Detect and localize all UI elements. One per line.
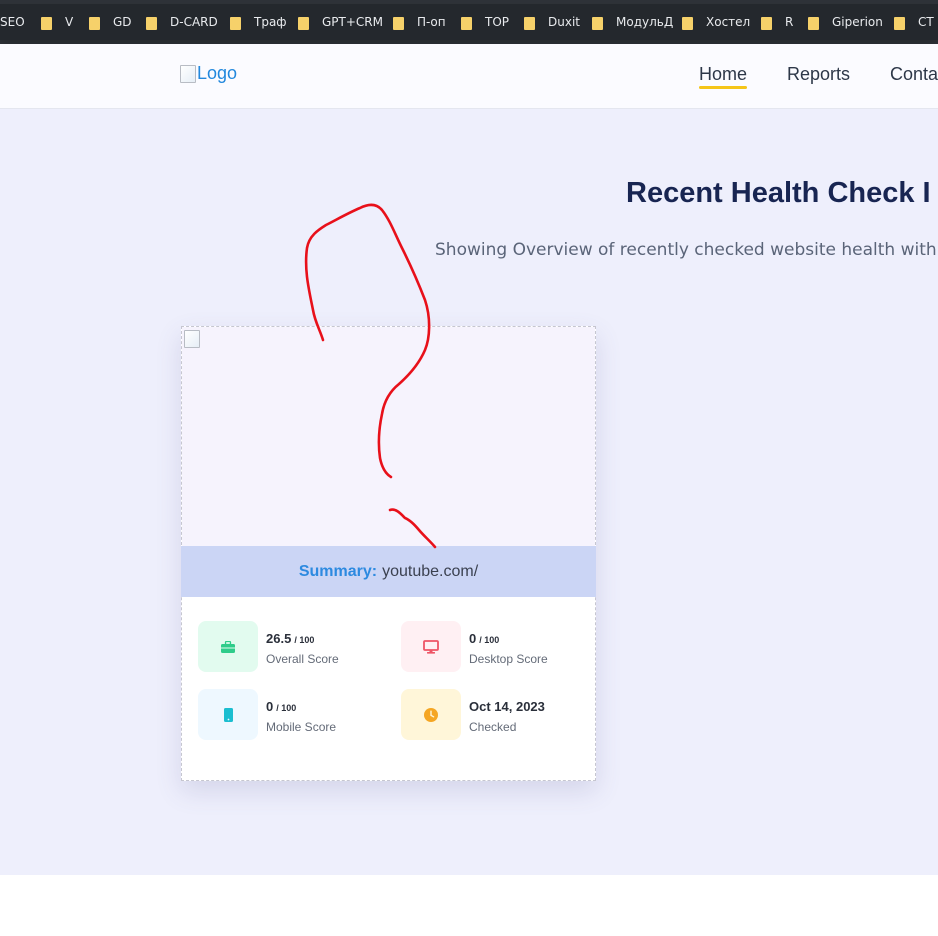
mobile-icon — [198, 689, 258, 740]
bookmark-label: Хостел — [706, 15, 751, 29]
page-title: Recent Health Check I — [626, 177, 931, 209]
bookmark-label: R — [785, 15, 794, 29]
bookmark-hostel[interactable]: Хостел — [682, 4, 750, 40]
website-screenshot — [182, 327, 595, 547]
bookmark-label: МодульД — [616, 15, 674, 29]
folder-icon — [89, 16, 100, 30]
folder-icon — [808, 16, 819, 30]
folder-icon — [592, 16, 603, 30]
bookmark-label: GPT+CRM — [322, 15, 383, 29]
stat-label: Checked — [469, 720, 517, 734]
bookmark-label: V — [65, 15, 74, 29]
bookmark-label: Траф — [254, 15, 287, 29]
stat-suffix: / 100 — [294, 635, 315, 645]
page-subtitle: Showing Overview of recently checked web… — [435, 240, 938, 260]
bookmark-duxit[interactable]: Duxit — [524, 4, 580, 40]
nav-home-link[interactable]: Home — [699, 64, 748, 89]
bookmark-traf[interactable]: Траф — [230, 4, 287, 40]
stat-mobile-score: 0/ 100 Mobile Score — [198, 689, 336, 740]
folder-icon — [298, 16, 309, 30]
bookmark-label: CT — [918, 15, 934, 29]
report-card[interactable]: Summary: youtube.com/ 26.5/ 100 Overall … — [181, 326, 596, 781]
stat-value: 26.5 — [266, 631, 292, 646]
broken-image-icon — [180, 64, 196, 83]
site-header: Logo Home Reports Conta — [0, 44, 938, 109]
folder-icon — [524, 16, 535, 30]
folder-icon — [761, 16, 772, 30]
briefcase-icon — [198, 621, 258, 672]
stat-value: Oct 14, 2023 — [469, 699, 545, 714]
bookmark-label: Duxit — [548, 15, 580, 29]
logo-link[interactable]: Logo — [180, 63, 237, 84]
bookmark-label: GD — [113, 15, 132, 29]
folder-icon — [894, 16, 905, 30]
nav-reports-link[interactable]: Reports — [787, 64, 850, 85]
bookmark-label: D-CARD — [170, 15, 218, 29]
bookmark-gpt-crm[interactable]: GPT+CRM — [298, 4, 383, 40]
stat-label: Overall Score — [266, 652, 339, 666]
folder-icon — [146, 16, 157, 30]
main-content: Recent Health Check I Showing Overview o… — [0, 109, 938, 875]
stat-suffix: / 100 — [479, 635, 500, 645]
bookmark-p-op[interactable]: П-оп — [393, 4, 446, 40]
stat-label: Desktop Score — [469, 652, 548, 666]
bookmark-d-card[interactable]: D-CARD — [146, 4, 218, 40]
folder-icon — [393, 16, 404, 30]
bookmark-ct[interactable]: CT — [894, 4, 934, 40]
bookmark-giperion[interactable]: Giperion — [808, 4, 883, 40]
summary-label: Summary: — [298, 562, 378, 580]
bookmark-label: П-оп — [417, 15, 446, 29]
bookmark-modul-d[interactable]: МодульД — [592, 4, 673, 40]
bookmark-top[interactable]: TOP — [461, 4, 509, 40]
stat-value: 0 — [266, 699, 274, 714]
bookmark-label: TOP — [485, 15, 510, 29]
bookmark-gd[interactable]: GD — [89, 4, 132, 40]
stat-suffix: / 100 — [276, 703, 297, 713]
stat-value: 0 — [469, 631, 477, 646]
desktop-icon — [401, 621, 461, 672]
nav-contact-link[interactable]: Conta — [890, 64, 938, 85]
stat-checked-date: Oct 14, 2023 Checked — [401, 689, 548, 740]
card-summary: Summary: youtube.com/ — [181, 546, 596, 597]
folder-icon — [41, 16, 52, 30]
summary-url[interactable]: youtube.com/ — [382, 563, 478, 581]
stat-desktop-score: 0/ 100 Desktop Score — [401, 621, 548, 672]
bookmark-r[interactable]: R — [761, 4, 793, 40]
broken-image-icon — [184, 330, 200, 348]
clock-icon — [401, 689, 461, 740]
bookmark-label: SEO — [0, 15, 25, 29]
logo-alt-text: Logo — [197, 63, 238, 83]
bookmark-v[interactable]: V — [41, 4, 73, 40]
folder-icon — [230, 16, 241, 30]
bookmark-seo[interactable]: SEO — [0, 4, 25, 40]
stat-label: Mobile Score — [266, 720, 337, 734]
folder-icon — [682, 16, 693, 30]
bookmark-label: Giperion — [832, 15, 883, 29]
stat-overall-score: 26.5/ 100 Overall Score — [198, 621, 339, 672]
folder-icon — [461, 16, 472, 30]
bookmarks-bar: SEO V GD D-CARD Траф GPT+CRM П-оп TOP Du… — [0, 0, 938, 44]
